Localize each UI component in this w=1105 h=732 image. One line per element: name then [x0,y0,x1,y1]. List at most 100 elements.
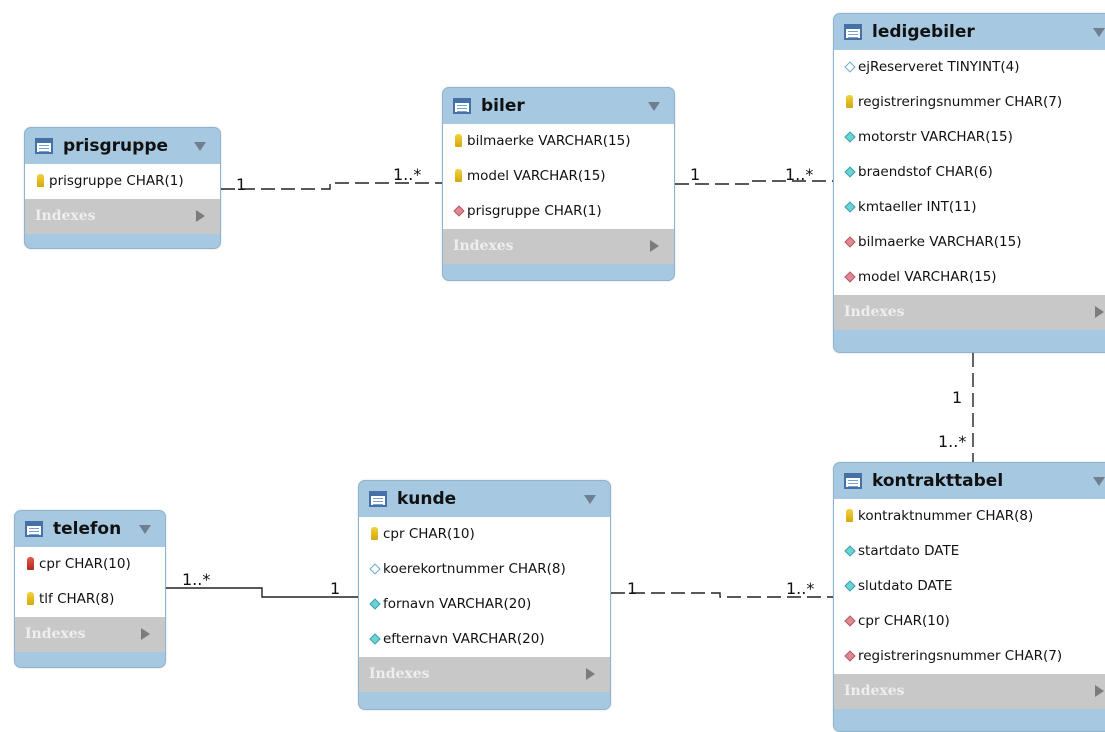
column-row[interactable]: motorstr VARCHAR(15) [834,120,1105,155]
expand-arrow-icon[interactable] [1095,685,1104,697]
column-row[interactable]: fornavn VARCHAR(20) [359,587,610,622]
table-biler[interactable]: biler bilmaerke VARCHAR(15) model VARCHAR(… [442,87,675,281]
column-text: ejReserveret TINYINT(4) [858,59,1020,75]
column-text: bilmaerke VARCHAR(15) [858,234,1022,250]
collapse-arrow-icon[interactable] [648,102,660,111]
column-list: kontraktnummer CHAR(8) startdato DATE slut… [834,499,1105,674]
table-name: kunde [397,489,457,509]
column-row[interactable]: registreringsnummer CHAR(7) [834,85,1105,120]
column-text: bilmaerke VARCHAR(15) [467,133,631,149]
column-row[interactable]: braendstof CHAR(6) [834,155,1105,190]
table-header[interactable]: kontrakttabel [834,463,1105,499]
table-name: telefon [53,519,122,539]
cardinality-label: 1..* [785,165,814,184]
table-icon [844,473,862,489]
indexes-bar[interactable]: Indexes [834,295,1105,330]
expand-arrow-icon[interactable] [1095,306,1104,318]
column-row[interactable]: cpr CHAR(10) [834,604,1105,639]
indexes-bar[interactable]: Indexes [834,674,1105,709]
column-text: kmtaeller INT(11) [858,199,977,215]
collapse-arrow-icon[interactable] [194,142,206,151]
table-header[interactable]: ledigebiler [834,14,1105,50]
column-text: cpr CHAR(10) [858,613,950,629]
collapse-arrow-icon[interactable] [1093,28,1105,37]
indexes-label: Indexes [844,683,905,699]
column-row[interactable]: efternavn VARCHAR(20) [359,622,610,657]
indexes-bar[interactable]: Indexes [15,617,165,652]
column-row[interactable]: slutdato DATE [834,569,1105,604]
indexes-bar[interactable]: Indexes [25,199,220,234]
cardinality-label: 1 [330,579,341,598]
primary-key-icon [37,174,44,187]
column-row[interactable]: bilmaerke VARCHAR(15) [443,124,674,159]
table-ledigebiler[interactable]: ledigebiler ejReserveret TINYINT(4) regist… [833,13,1105,353]
column-row[interactable]: prisgruppe CHAR(1) [443,194,674,229]
primary-key-icon [846,95,853,108]
cardinality-label: 1 [236,175,247,194]
column-diamond-icon [369,633,381,645]
column-row[interactable]: cpr CHAR(10) [15,547,165,582]
column-text: kontraktnummer CHAR(8) [858,508,1034,524]
column-row[interactable]: kmtaeller INT(11) [834,190,1105,225]
column-text: cpr CHAR(10) [39,556,131,572]
column-row[interactable]: kontraktnummer CHAR(8) [834,499,1105,534]
expand-arrow-icon[interactable] [141,628,150,640]
column-list: cpr CHAR(10) koerekortnummer CHAR(8) forna… [359,517,610,657]
indexes-label: Indexes [35,208,96,224]
table-icon [844,24,862,40]
column-row[interactable]: bilmaerke VARCHAR(15) [834,225,1105,260]
cardinality-label: 1..* [938,432,967,451]
primary-key-icon [371,527,378,540]
table-kontrakttabel[interactable]: kontrakttabel kontraktnummer CHAR(8) start… [833,462,1105,732]
column-list: ejReserveret TINYINT(4) registreringsnumm… [834,50,1105,295]
cardinality-label: 1 [627,579,638,598]
column-row[interactable]: tlf CHAR(8) [15,582,165,617]
column-text: fornavn VARCHAR(20) [383,596,532,612]
column-row[interactable]: prisgruppe CHAR(1) [25,164,220,199]
indexes-bar[interactable]: Indexes [443,229,674,264]
column-row[interactable]: ejReserveret TINYINT(4) [834,50,1105,85]
primary-foreign-key-icon [27,557,34,570]
table-name: biler [481,96,525,116]
collapse-arrow-icon[interactable] [1093,477,1105,486]
column-row[interactable]: model VARCHAR(15) [443,159,674,194]
column-row[interactable]: koerekortnummer CHAR(8) [359,552,610,587]
indexes-label: Indexes [453,238,514,254]
column-diamond-icon [844,166,856,178]
cardinality-label: 1 [952,388,963,407]
table-header[interactable]: kunde [359,481,610,517]
foreign-key-diamond-icon [453,205,465,217]
cardinality-label: 1..* [182,570,211,589]
table-kunde[interactable]: kunde cpr CHAR(10) koerekortnummer CHAR(8)… [358,480,611,710]
table-header[interactable]: biler [443,88,674,124]
cardinality-label: 1..* [786,579,815,598]
column-text: startdato DATE [858,543,960,559]
expand-arrow-icon[interactable] [196,210,205,222]
nullable-column-diamond-icon [369,563,381,575]
expand-arrow-icon[interactable] [650,240,659,252]
cardinality-label: 1..* [393,165,422,184]
column-row[interactable]: startdato DATE [834,534,1105,569]
expand-arrow-icon[interactable] [586,668,595,680]
collapse-arrow-icon[interactable] [139,525,151,534]
collapse-arrow-icon[interactable] [584,495,596,504]
table-icon [25,521,43,537]
table-name: prisgruppe [63,136,169,156]
table-prisgruppe[interactable]: prisgruppe prisgruppe CHAR(1) Indexes [24,127,221,249]
table-icon [35,138,53,154]
column-row[interactable]: registreringsnummer CHAR(7) [834,639,1105,674]
table-header[interactable]: telefon [15,511,165,547]
nullable-column-diamond-icon [844,61,856,73]
column-text: koerekortnummer CHAR(8) [383,561,566,577]
primary-key-icon [455,169,462,182]
table-telefon[interactable]: telefon cpr CHAR(10) tlf CHAR(8) Indexes [14,510,166,668]
column-text: tlf CHAR(8) [39,591,115,607]
column-row[interactable]: cpr CHAR(10) [359,517,610,552]
column-text: prisgruppe CHAR(1) [49,173,184,189]
indexes-bar[interactable]: Indexes [359,657,610,692]
column-text: cpr CHAR(10) [383,526,475,542]
column-row[interactable]: model VARCHAR(15) [834,260,1105,295]
primary-key-icon [846,509,853,522]
foreign-key-diamond-icon [844,650,856,662]
table-header[interactable]: prisgruppe [25,128,220,164]
